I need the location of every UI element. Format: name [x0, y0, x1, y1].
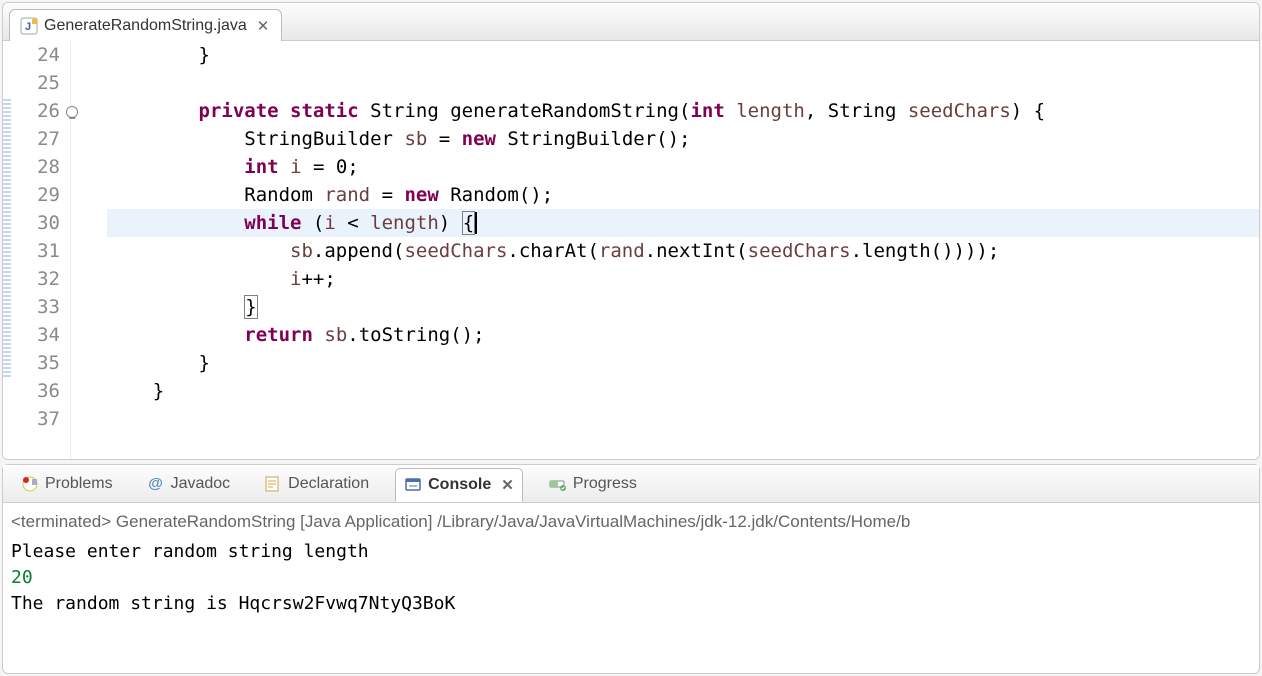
- line-number[interactable]: 35: [11, 349, 66, 377]
- code-line[interactable]: [107, 69, 1259, 97]
- tab-console[interactable]: Console ✕: [395, 468, 523, 502]
- tab-label: Problems: [45, 475, 113, 493]
- svg-text:J: J: [25, 21, 31, 33]
- tab-label: Declaration: [288, 475, 369, 493]
- progress-icon: [549, 475, 567, 493]
- code-text[interactable]: } private static String generateRandomSt…: [87, 41, 1259, 459]
- bottom-tab-bar: Problems @ Javadoc Declaration Console ✕…: [3, 465, 1259, 503]
- console-user-input: 20: [11, 565, 1251, 591]
- tab-javadoc[interactable]: @ Javadoc: [139, 471, 239, 497]
- code-area[interactable]: 2425262728293031323334353637 } private s…: [3, 41, 1259, 459]
- line-number[interactable]: 29: [11, 181, 66, 209]
- line-number[interactable]: 24: [11, 41, 66, 69]
- line-number[interactable]: 30: [11, 209, 66, 237]
- code-line[interactable]: }: [107, 377, 1259, 405]
- declaration-icon: [264, 475, 282, 493]
- close-icon[interactable]: ✕: [497, 476, 514, 494]
- line-number[interactable]: 34: [11, 321, 66, 349]
- line-number[interactable]: 36: [11, 377, 66, 405]
- line-number[interactable]: 37: [11, 405, 66, 433]
- code-line[interactable]: }: [107, 349, 1259, 377]
- console-line: Please enter random string length: [11, 539, 1251, 565]
- line-number-gutter[interactable]: 2425262728293031323334353637: [11, 41, 71, 459]
- tab-label: Progress: [573, 475, 637, 493]
- console-output[interactable]: <terminated> GenerateRandomString [Java …: [3, 503, 1259, 673]
- line-number[interactable]: 32: [11, 265, 66, 293]
- line-number[interactable]: 28: [11, 153, 66, 181]
- line-number[interactable]: 31: [11, 237, 66, 265]
- line-number[interactable]: 26: [11, 97, 66, 125]
- tab-progress[interactable]: Progress: [541, 471, 645, 497]
- code-line[interactable]: i++;: [107, 265, 1259, 293]
- tab-label: Console: [428, 476, 491, 494]
- tab-problems[interactable]: Problems: [13, 471, 121, 497]
- console-line: The random string is Hqcrsw2Fvwq7NtyQ3Bo…: [11, 591, 1251, 617]
- bottom-panel: Problems @ Javadoc Declaration Console ✕…: [2, 464, 1260, 674]
- console-icon: [404, 476, 422, 494]
- javadoc-icon: @: [147, 475, 165, 493]
- code-line[interactable]: }: [107, 41, 1259, 69]
- code-line[interactable]: return sb.toString();: [107, 321, 1259, 349]
- line-number[interactable]: 25: [11, 69, 66, 97]
- code-line[interactable]: sb.append(seedChars.charAt(rand.nextInt(…: [107, 237, 1259, 265]
- tab-label: Javadoc: [171, 475, 231, 493]
- line-number[interactable]: 27: [11, 125, 66, 153]
- line-number[interactable]: 33: [11, 293, 66, 321]
- code-line[interactable]: }: [107, 293, 1259, 321]
- tab-filename: GenerateRandomString.java: [44, 17, 247, 35]
- editor-tab[interactable]: J GenerateRandomString.java ✕: [9, 9, 282, 41]
- code-line[interactable]: Random rand = new Random();: [107, 181, 1259, 209]
- console-run-header: <terminated> GenerateRandomString [Java …: [11, 509, 1251, 535]
- close-icon[interactable]: ✕: [253, 17, 270, 35]
- code-line[interactable]: int i = 0;: [107, 153, 1259, 181]
- code-line[interactable]: StringBuilder sb = new StringBuilder();: [107, 125, 1259, 153]
- java-file-icon: J: [20, 17, 38, 35]
- code-line[interactable]: private static String generateRandomStri…: [107, 97, 1259, 125]
- code-line[interactable]: while (i < length) {: [107, 209, 1259, 237]
- code-line[interactable]: [107, 405, 1259, 433]
- tab-declaration[interactable]: Declaration: [256, 471, 377, 497]
- editor-tab-bar: J GenerateRandomString.java ✕: [3, 3, 1259, 41]
- problems-icon: [21, 475, 39, 493]
- change-ruler: [3, 41, 11, 459]
- editor-panel: J GenerateRandomString.java ✕ 2425262728…: [2, 2, 1260, 460]
